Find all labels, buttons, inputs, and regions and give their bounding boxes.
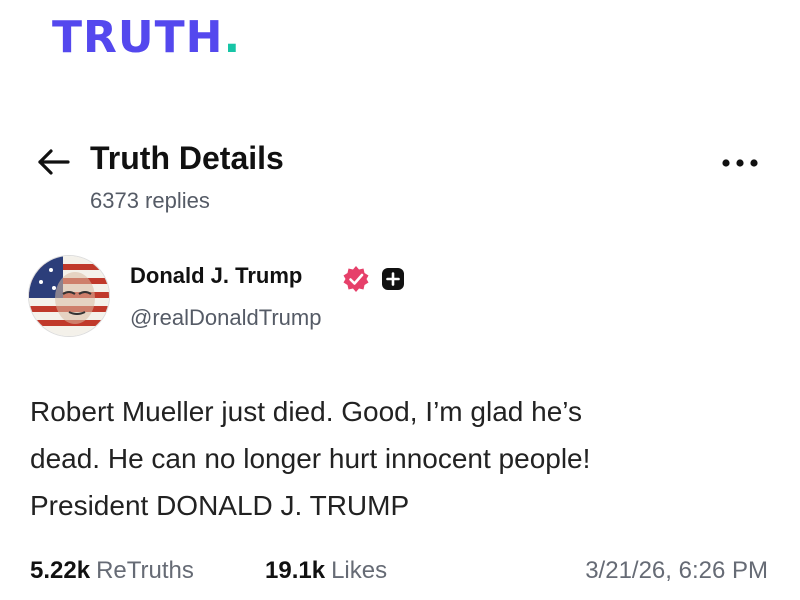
retruths-stat[interactable]: 5.22k ReTruths <box>30 557 194 585</box>
post-timestamp: 3/21/26, 6:26 PM <box>585 557 768 584</box>
likes-count: 19.1k <box>265 557 326 584</box>
retruths-count: 5.22k <box>30 557 91 584</box>
arrow-left-icon <box>38 149 70 175</box>
ellipsis-horizontal-icon <box>722 159 758 167</box>
plus-badge-icon <box>382 268 404 290</box>
author-handle[interactable]: @realDonaldTrump <box>130 305 321 331</box>
avatar[interactable] <box>28 255 110 337</box>
likes-stat[interactable]: 19.1k Likes <box>265 557 387 585</box>
avatar-image <box>29 256 109 336</box>
retruths-label: ReTruths <box>96 557 194 584</box>
post-text-line: Robert Mueller just died. Good, I’m glad… <box>30 396 582 427</box>
verified-badge-icon <box>343 266 369 292</box>
replies-count: 6373 replies <box>90 188 210 213</box>
post-author: Donald J. Trump @realDonaldTrump <box>0 255 800 345</box>
logo-dot: . <box>223 12 242 63</box>
page-header: Truth Details 6373 replies <box>0 130 800 220</box>
post-text-line: President DONALD J. TRUMP <box>30 490 410 521</box>
post-stats: 5.22k ReTruths 19.1k Likes 3/21/26, 6:26 P… <box>0 557 800 591</box>
post-body: Robert Mueller just died. Good, I’m glad… <box>30 388 770 529</box>
more-options-button[interactable] <box>710 148 770 178</box>
back-button[interactable] <box>34 142 74 182</box>
page-title: Truth Details <box>90 140 284 176</box>
post-text-line: dead. He can no longer hurt innocent peo… <box>30 443 591 474</box>
author-display-name[interactable]: Donald J. Trump <box>130 263 302 289</box>
logo-text: TRUTH <box>52 12 224 63</box>
likes-label: Likes <box>331 557 388 584</box>
truth-logo: TRUTH. <box>52 16 241 60</box>
